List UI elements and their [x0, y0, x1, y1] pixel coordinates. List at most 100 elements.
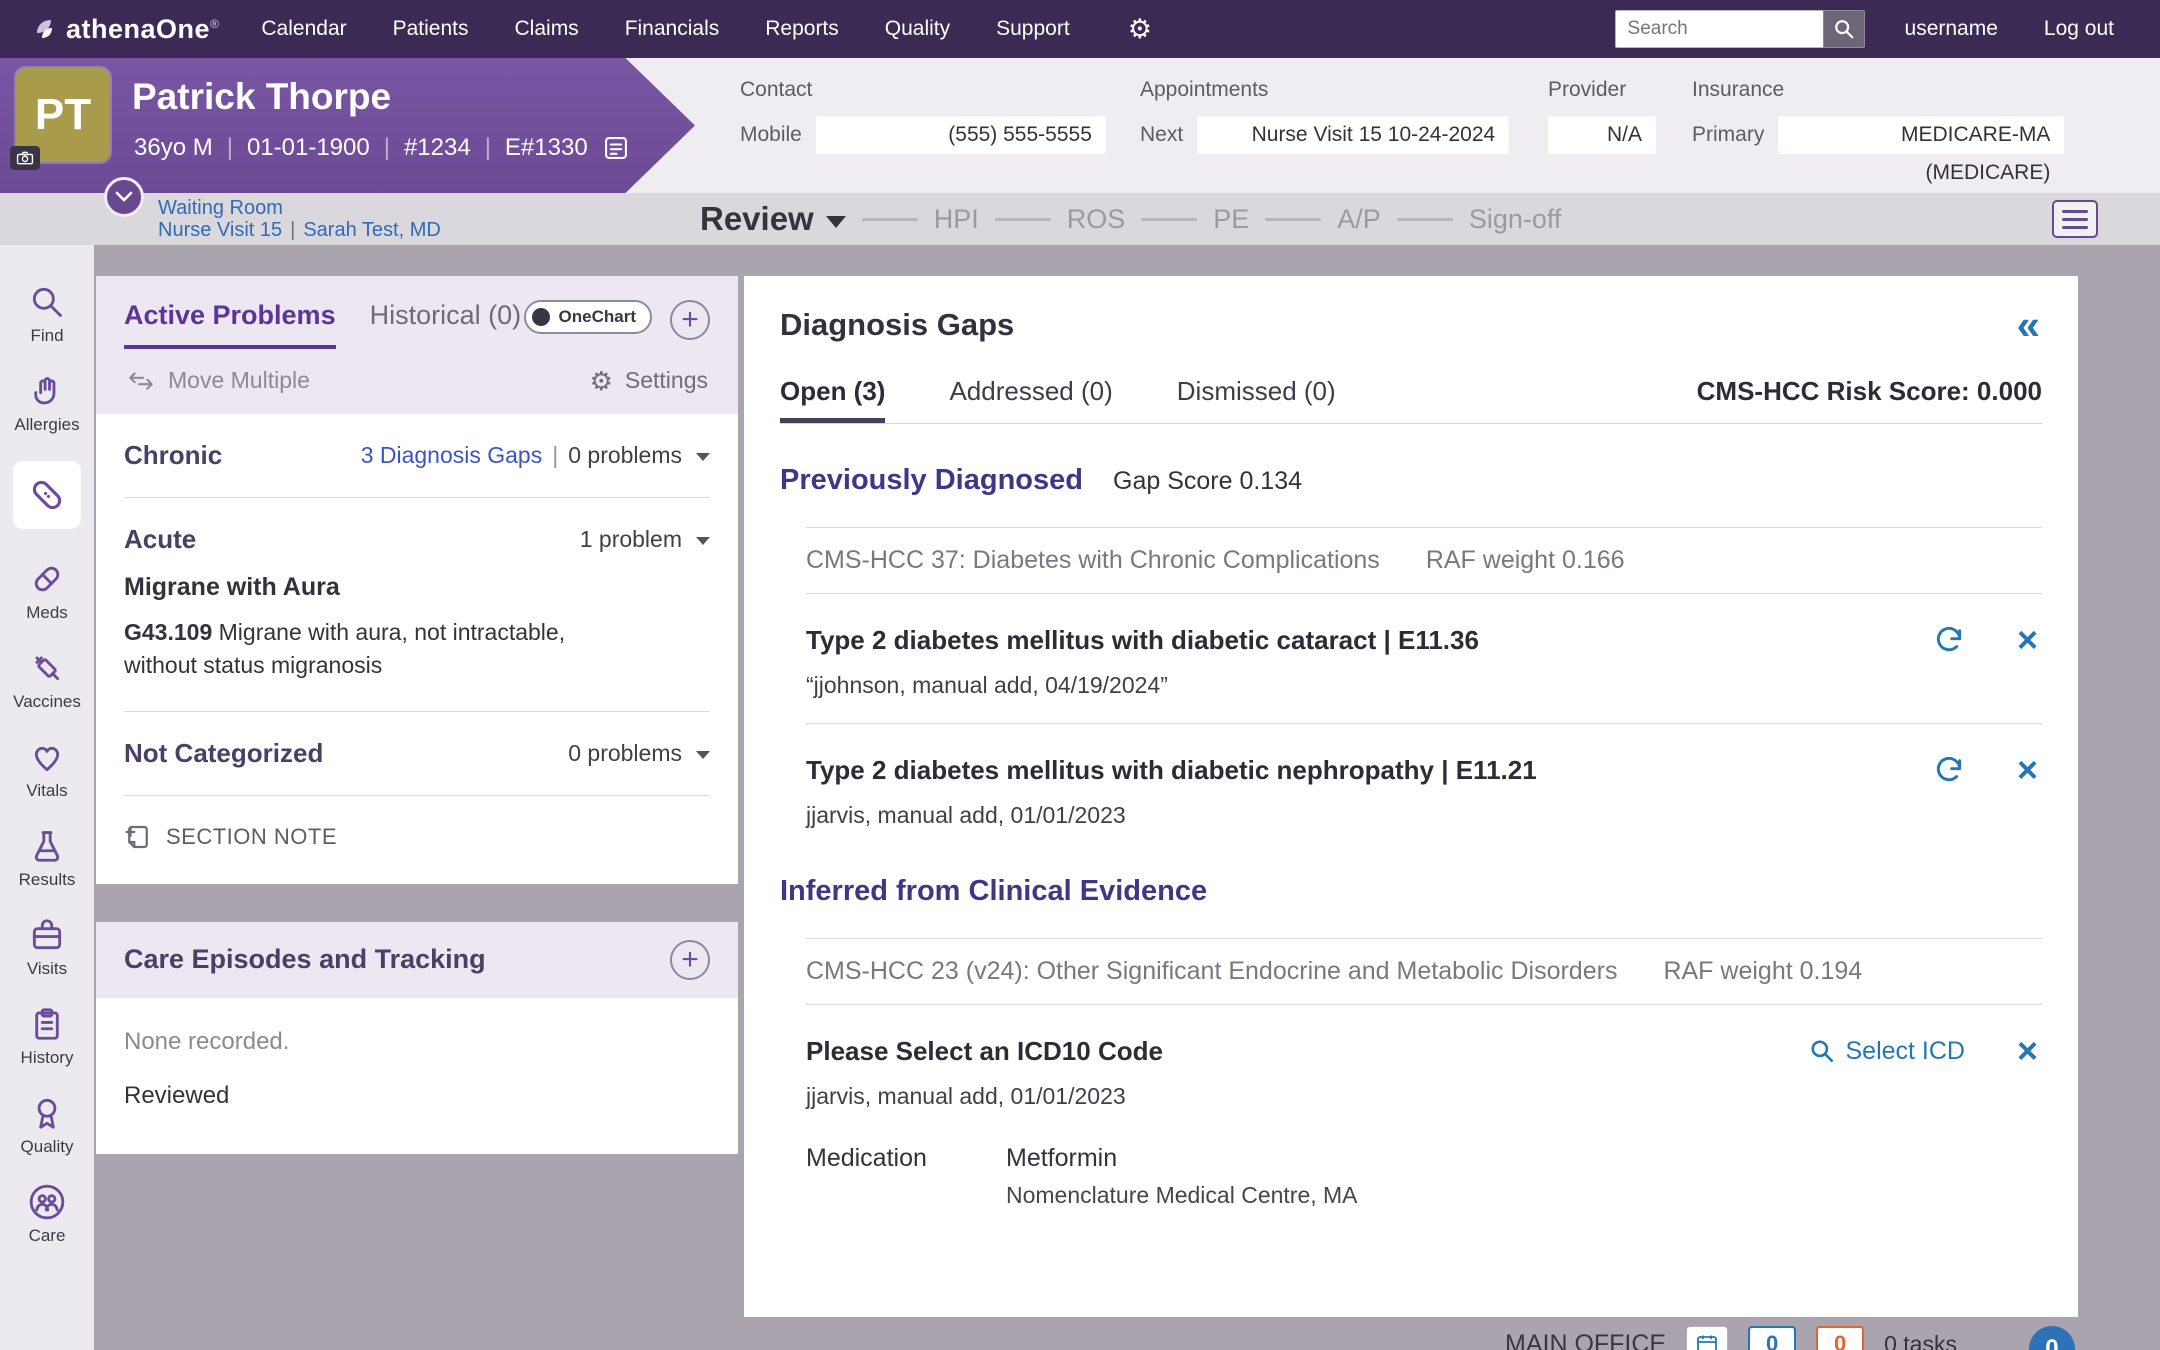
stage-connector [862, 218, 918, 221]
onechart-toggle[interactable]: OneChart [524, 300, 652, 334]
problem-description: G43.109 Migrane with aura, not intractab… [124, 616, 644, 683]
diagnosis-gaps-title: Diagnosis Gaps [780, 307, 1014, 343]
stage-pe[interactable]: PE [1213, 204, 1249, 235]
collapse-panel-icon[interactable]: « [2017, 304, 2040, 346]
evidence-value: Metformin [1006, 1144, 1358, 1173]
acute-count-dropdown[interactable]: 1 problem [580, 526, 682, 553]
nav-item-quality[interactable]: Quality [885, 17, 950, 41]
sidebar-item-care[interactable]: Care [28, 1183, 66, 1246]
settings-label: Settings [625, 367, 708, 394]
hcc-category-label: CMS-HCC 37: Diabetes with Chronic Compli… [806, 546, 1380, 575]
stage-connector [1397, 218, 1453, 221]
next-appointment-value[interactable]: Nurse Visit 15 10-24-2024 [1197, 116, 1509, 154]
gear-icon[interactable]: ⚙ [1128, 16, 1152, 43]
contact-column: Contact Mobile (555) 555-5555 [740, 78, 1106, 154]
nav-item-support[interactable]: Support [996, 17, 1070, 41]
gaps-tabs: Open (3) Addressed (0) Dismissed (0) CMS… [780, 376, 2042, 424]
sidebar-item-find[interactable]: Find [28, 283, 66, 346]
mobile-label: Mobile [740, 123, 802, 147]
move-multiple-button[interactable]: Move Multiple [126, 367, 310, 394]
chronic-count-dropdown[interactable]: 0 problems [568, 442, 682, 469]
select-icd-button[interactable]: Select ICD [1809, 1037, 1964, 1066]
onechart-label: OneChart [559, 307, 636, 327]
gap-item-title: Type 2 diabetes mellitus with diabetic n… [806, 755, 1537, 786]
inbox-count-orange[interactable]: 0 [1816, 1326, 1864, 1350]
problems-settings-button[interactable]: ⚙ Settings [590, 367, 708, 394]
insurance-primary-label: Primary [1692, 123, 1764, 147]
nav-item-calendar[interactable]: Calendar [261, 17, 346, 41]
tab-addressed[interactable]: Addressed (0) [949, 376, 1112, 423]
stage-review-dropdown[interactable]: Review [700, 200, 846, 238]
chevron-down-icon [826, 216, 846, 228]
department-selector[interactable]: MAIN OFFICE [1505, 1330, 1666, 1350]
nav-item-reports[interactable]: Reports [765, 17, 839, 41]
stage-hpi[interactable]: HPI [934, 204, 979, 235]
stage-signoff[interactable]: Sign-off [1469, 204, 1562, 235]
stage-connector [995, 218, 1051, 221]
readdress-gap-button[interactable] [1933, 624, 1965, 656]
sidebar-item-problems[interactable] [13, 461, 81, 534]
gap-item-meta: “jjohnson, manual add, 04/19/2024” [806, 672, 2042, 699]
appointments-column: Appointments Next Nurse Visit 15 10-24-2… [1140, 78, 1509, 154]
global-search [1615, 10, 1865, 48]
sidebar-item-meds[interactable]: Meds [26, 560, 68, 623]
clipboard-icon [28, 1005, 66, 1043]
tab-open[interactable]: Open (3) [780, 376, 885, 423]
menu-hamburger-button[interactable] [2052, 200, 2098, 238]
sidebar-item-visits[interactable]: Visits [27, 916, 67, 979]
section-note-button[interactable]: SECTION NOTE [124, 796, 710, 884]
dismiss-gap-icon[interactable]: × [2017, 622, 2038, 658]
mobile-value[interactable]: (555) 555-5555 [816, 116, 1106, 154]
sidebar-item-vaccines[interactable]: Vaccines [13, 649, 81, 712]
add-care-episode-button[interactable] [670, 940, 710, 980]
clinician-link[interactable]: Sarah Test, MD [303, 219, 440, 241]
problem-item[interactable]: Migrane with Aura G43.109 Migrane with a… [124, 569, 710, 712]
not-categorized-count-dropdown[interactable]: 0 problems [568, 740, 682, 767]
notifications-badge[interactable]: 0 [2029, 1326, 2075, 1350]
diagnosis-gaps-link[interactable]: 3 Diagnosis Gaps [361, 442, 543, 469]
readdress-gap-button[interactable] [1933, 754, 1965, 786]
sidebar-item-label: Vaccines [13, 692, 81, 712]
schedule-widget-button[interactable] [1686, 1326, 1728, 1350]
collapse-banner-chevron-icon[interactable] [104, 177, 144, 217]
insurance-value[interactable]: MEDICARE-MA (MEDICARE) [1778, 116, 2064, 154]
search-input[interactable] [1615, 10, 1823, 48]
provider-value[interactable]: N/A [1548, 116, 1656, 154]
search-icon [1833, 18, 1855, 40]
ribbon-icon [28, 1094, 66, 1132]
toggle-knob [532, 308, 550, 326]
logout-link[interactable]: Log out [2044, 17, 2114, 41]
dismiss-gap-icon[interactable]: × [2017, 1033, 2038, 1069]
sidebar-item-quality[interactable]: Quality [21, 1094, 74, 1157]
waiting-room-link[interactable]: Waiting Room [158, 197, 283, 219]
brand-logo[interactable]: athenaOne® [34, 14, 219, 45]
flask-icon [28, 827, 66, 865]
sidebar-item-history[interactable]: History [21, 1005, 74, 1068]
nav-item-financials[interactable]: Financials [625, 17, 720, 41]
stage-ap[interactable]: A/P [1337, 204, 1381, 235]
nav-item-claims[interactable]: Claims [515, 17, 579, 41]
tab-dismissed[interactable]: Dismissed (0) [1177, 376, 1336, 423]
sidebar-item-allergies[interactable]: Allergies [14, 372, 79, 435]
camera-icon[interactable] [10, 146, 40, 170]
add-problem-button[interactable] [670, 300, 710, 340]
section-note-label: SECTION NOTE [166, 824, 337, 850]
stage-ros[interactable]: ROS [1067, 204, 1126, 235]
chart-note-icon[interactable] [602, 134, 630, 162]
visit-link[interactable]: Nurse Visit 15 [158, 219, 282, 241]
nav-item-patients[interactable]: Patients [393, 17, 469, 41]
encounter-breadcrumb: Waiting Room Nurse Visit 15|Sarah Test, … [158, 197, 441, 241]
sidebar-item-label: Visits [27, 959, 67, 979]
tab-historical[interactable]: Historical (0) [370, 300, 522, 331]
sidebar-item-vitals[interactable]: Vitals [26, 738, 67, 801]
inbox-count-blue[interactable]: 0 [1748, 1326, 1796, 1350]
search-button[interactable] [1823, 10, 1865, 48]
not-categorized-section-row: Not Categorized 0 problems [124, 712, 710, 796]
gap-item-title: Please Select an ICD10 Code [806, 1036, 1163, 1067]
care-episodes-reviewed[interactable]: Reviewed [124, 1068, 710, 1110]
dismiss-gap-icon[interactable]: × [2017, 752, 2038, 788]
sidebar-item-results[interactable]: Results [19, 827, 76, 890]
tasks-counter[interactable]: 0 tasks [1884, 1331, 1957, 1350]
tab-active-problems[interactable]: Active Problems [124, 300, 336, 349]
username-menu[interactable]: username [1905, 17, 1998, 41]
